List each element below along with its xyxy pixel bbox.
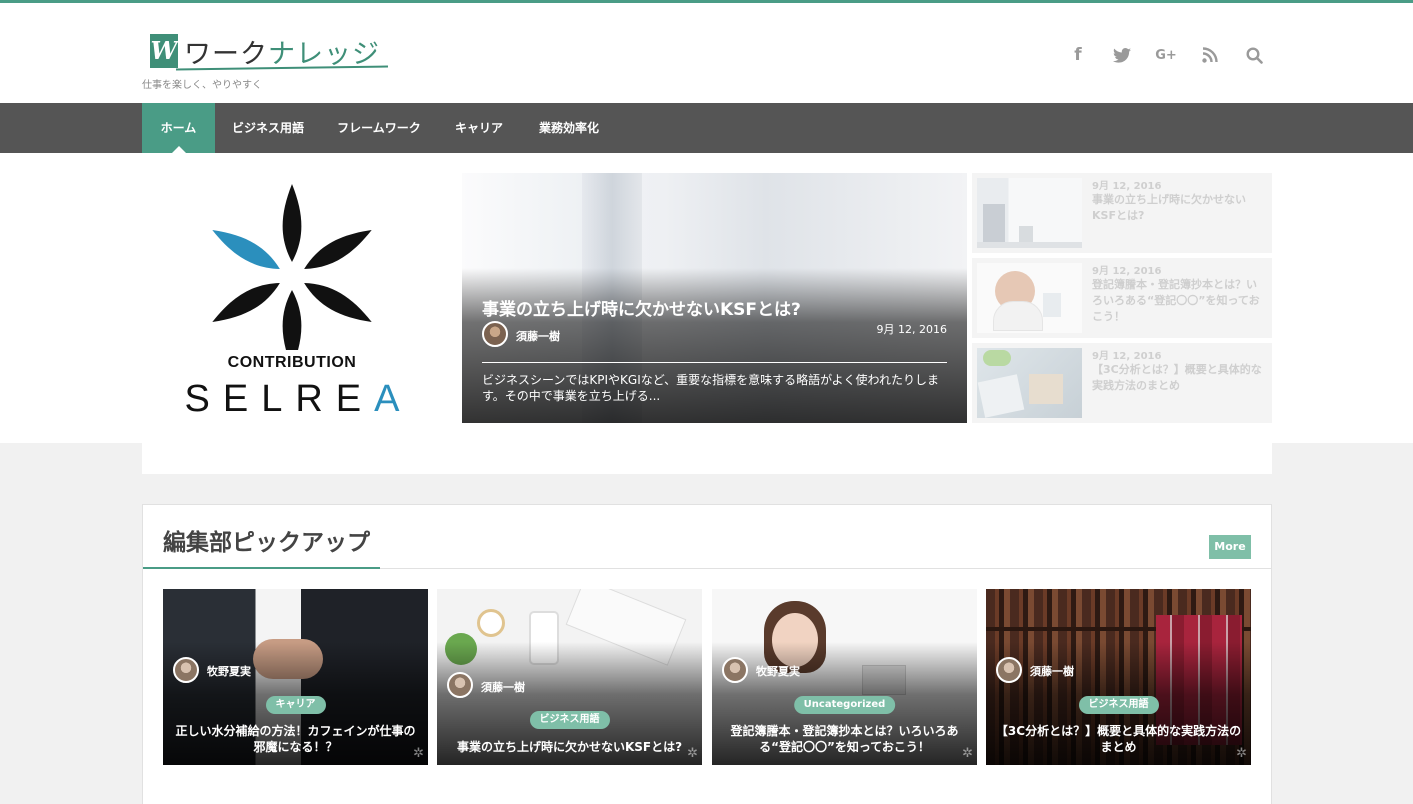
- avatar: [722, 657, 748, 683]
- featured-excerpt: ビジネスシーンではKPIやKGIなど、重要な指標を意味する略語がよく使われたりし…: [482, 373, 939, 403]
- sparkle-icon: ✲: [687, 746, 698, 761]
- sparkle-icon: ✲: [1236, 746, 1247, 761]
- post-title[interactable]: 登記簿謄本・登記簿抄本とは？いろいろある“登記〇〇”を知っておこう！: [1092, 277, 1262, 325]
- sponsor-banner[interactable]: CONTRIBUTION SELREA: [142, 170, 442, 430]
- more-button[interactable]: More: [1209, 535, 1251, 559]
- rss-icon[interactable]: [1198, 43, 1222, 67]
- avatar: [996, 657, 1022, 683]
- card-author[interactable]: 牧野夏実: [756, 663, 800, 679]
- list-item[interactable]: 9月 12, 2016 事業の立ち上げ時に欠かせないKSFとは?: [972, 173, 1272, 253]
- pickup-card[interactable]: 須藤一樹 ビジネス用語 事業の立ち上げ時に欠かせないKSFとは? ✲: [437, 589, 702, 765]
- site-logo[interactable]: W ワークナレッジ: [150, 31, 380, 71]
- category-badge[interactable]: ビジネス用語: [529, 711, 610, 729]
- section-title-underline: [143, 567, 380, 569]
- post-date: 9月 12, 2016: [1092, 351, 1162, 362]
- card-author[interactable]: 須藤一樹: [1030, 663, 1074, 679]
- avatar: [173, 657, 199, 683]
- section-title: 編集部ピックアップ: [163, 530, 370, 556]
- post-date: 9月 12, 2016: [1092, 181, 1162, 192]
- featured-date: 9月 12, 2016: [876, 323, 947, 336]
- card-author[interactable]: 須藤一樹: [481, 679, 525, 695]
- post-date: 9月 12, 2016: [1092, 266, 1162, 277]
- nav-item-home[interactable]: ホーム: [142, 103, 215, 153]
- featured-title[interactable]: 事業の立ち上げ時に欠かせないKSFとは?: [482, 295, 801, 320]
- selrea-flower-logo: [212, 184, 372, 350]
- google-plus-icon[interactable]: G+: [1154, 43, 1178, 67]
- sparkle-icon: ✲: [413, 746, 424, 761]
- card-title[interactable]: 登記簿謄本・登記簿抄本とは？いろいろある“登記〇〇”を知っておこう！: [720, 723, 969, 755]
- hero-spacer: [142, 443, 1272, 474]
- avatar: [447, 672, 473, 698]
- pickup-card[interactable]: 牧野夏実 キャリア 正しい水分補給の方法！カフェインが仕事の邪魔になる！？ ✲: [163, 589, 428, 765]
- facebook-icon[interactable]: f: [1066, 43, 1090, 67]
- post-thumbnail: [977, 263, 1082, 333]
- pickup-card[interactable]: 牧野夏実 Uncategorized 登記簿謄本・登記簿抄本とは？いろいろある“…: [712, 589, 977, 765]
- avatar: [482, 321, 508, 347]
- card-author[interactable]: 牧野夏実: [207, 663, 251, 679]
- nav-item-efficiency[interactable]: 業務効率化: [528, 103, 610, 153]
- brand-name: SELREA: [184, 378, 413, 420]
- card-title[interactable]: 正しい水分補給の方法！カフェインが仕事の邪魔になる！？: [171, 723, 420, 755]
- post-title[interactable]: 事業の立ち上げ時に欠かせないKSFとは?: [1092, 192, 1262, 224]
- logo-text: ワークナレッジ: [184, 38, 380, 70]
- list-item[interactable]: 9月 12, 2016 【3C分析とは？】概要と具体的な実践方法のまとめ: [972, 343, 1272, 423]
- list-item[interactable]: 9月 12, 2016 登記簿謄本・登記簿抄本とは？いろいろある“登記〇〇”を知…: [972, 258, 1272, 338]
- category-badge[interactable]: ビジネス用語: [1078, 696, 1159, 714]
- post-thumbnail: [977, 348, 1082, 418]
- logo-mark: W: [150, 34, 178, 68]
- nav-item-career[interactable]: キャリア: [446, 103, 512, 153]
- nav-item-business-terms[interactable]: ビジネス用語: [222, 103, 314, 153]
- section-header: 編集部ピックアップ More: [143, 505, 1271, 569]
- search-icon[interactable]: [1242, 43, 1266, 67]
- featured-author[interactable]: 須藤一樹: [516, 328, 560, 344]
- card-title[interactable]: 【3C分析とは？】概要と具体的な実践方法のまとめ: [994, 723, 1243, 755]
- site-tagline: 仕事を楽しく、やりやすく: [142, 80, 262, 91]
- main-nav: ホーム ビジネス用語 フレームワーク キャリア 業務効率化: [0, 103, 1413, 153]
- pickup-card[interactable]: 須藤一樹 ビジネス用語 【3C分析とは？】概要と具体的な実践方法のまとめ ✲: [986, 589, 1251, 765]
- featured-divider: [482, 362, 947, 363]
- sparkle-icon: ✲: [962, 746, 973, 761]
- card-title[interactable]: 事業の立ち上げ時に欠かせないKSFとは?: [445, 739, 694, 755]
- twitter-icon[interactable]: [1110, 43, 1134, 67]
- category-badge[interactable]: Uncategorized: [793, 696, 896, 714]
- post-title[interactable]: 【3C分析とは？】概要と具体的な実践方法のまとめ: [1092, 362, 1262, 394]
- nav-item-framework[interactable]: フレームワーク: [328, 103, 430, 153]
- brand-subtitle: CONTRIBUTION: [227, 354, 357, 371]
- editor-pickup-section: 編集部ピックアップ More 牧野夏実 キャリア 正しい水分補給の方法！カフェイ…: [142, 504, 1272, 804]
- post-thumbnail: [977, 178, 1082, 248]
- site-header: W ワークナレッジ 仕事を楽しく、やりやすく f G+: [0, 3, 1413, 103]
- featured-post[interactable]: 事業の立ち上げ時に欠かせないKSFとは? 須藤一樹 9月 12, 2016 ビジ…: [462, 173, 967, 423]
- category-badge[interactable]: キャリア: [265, 696, 326, 714]
